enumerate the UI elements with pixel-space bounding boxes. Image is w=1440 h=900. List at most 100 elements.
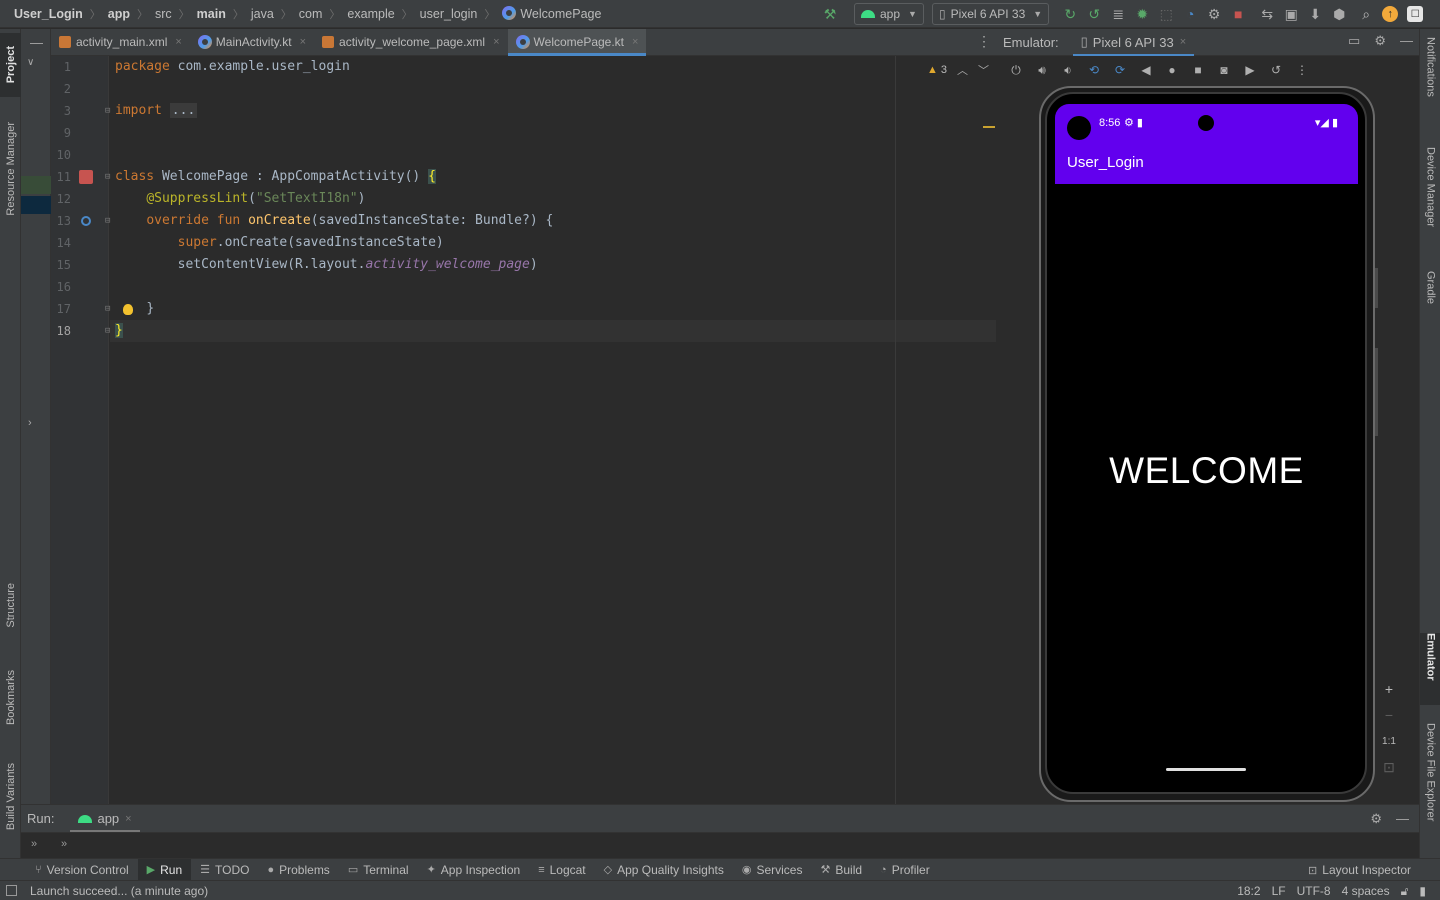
caret-position[interactable]: 18:2 <box>1237 884 1260 899</box>
tab-activity-welcome-page-xml[interactable]: activity_welcome_page.xml × <box>314 29 508 55</box>
breadcrumb-src[interactable]: src <box>153 7 174 21</box>
debug-icon[interactable]: ✹ <box>1131 3 1153 25</box>
breadcrumb-example[interactable]: example <box>345 7 396 21</box>
sdk-manager-icon[interactable]: ⬇ <box>1304 3 1326 25</box>
rerun-icon[interactable]: ↻ <box>1059 3 1081 25</box>
breadcrumb-module[interactable]: app <box>106 7 132 21</box>
tool-tab-build-variants[interactable]: Build Variants <box>0 751 21 843</box>
zoom-fit-icon[interactable]: ⊡ <box>1383 754 1395 780</box>
fold-marker-icon[interactable]: ⊟ <box>105 172 110 182</box>
tool-layout-inspector[interactable]: ⊡ Layout Inspector <box>1299 859 1420 881</box>
inspection-widget[interactable]: ▲ 3 ︿ ﹀ <box>927 62 989 78</box>
overview-icon[interactable]: ■ <box>1186 59 1210 81</box>
rotate-right-icon[interactable]: ⟳ <box>1108 59 1132 81</box>
screenshot-icon[interactable]: ◙ <box>1212 59 1236 81</box>
update-icon[interactable]: ↑ <box>1382 6 1399 22</box>
lock-icon[interactable]: 🔓︎ <box>1401 884 1409 899</box>
settings-gear-icon[interactable]: ⚙ <box>1374 33 1386 49</box>
tool-tab-emulator[interactable]: Emulator <box>1420 633 1440 705</box>
tool-tab-resource-manager[interactable]: Resource Manager <box>0 107 21 231</box>
tool-logcat[interactable]: ≡ Logcat <box>529 859 594 881</box>
gesture-nav-bar[interactable] <box>1166 768 1246 771</box>
close-icon[interactable]: × <box>125 813 131 825</box>
expand-toolbar-icon[interactable]: » <box>61 838 67 850</box>
chevron-down-icon[interactable]: ﹀ <box>978 62 989 78</box>
status-message[interactable]: Launch succeed... (a minute ago) <box>30 884 208 898</box>
phone-side-button[interactable] <box>1375 268 1378 308</box>
minimize-icon[interactable]: — <box>30 35 43 50</box>
window-layout-icon[interactable]: ▭ <box>1348 33 1360 49</box>
tab-welcomepage-kt[interactable]: WelcomePage.kt × <box>507 29 647 56</box>
fold-marker-icon[interactable]: ⊟ <box>105 304 110 314</box>
minimize-icon[interactable]: — <box>1400 33 1413 49</box>
profiler-icon[interactable]: ◔ <box>1179 3 1201 25</box>
tool-tab-gradle[interactable]: Gradle <box>1420 271 1440 327</box>
breadcrumb-user-login[interactable]: user_login <box>418 7 480 21</box>
apply-changes-icon[interactable]: ↺ <box>1083 3 1105 25</box>
scrollbar-warning-marker[interactable] <box>983 126 995 128</box>
breadcrumb-project[interactable]: User_Login <box>12 7 85 21</box>
coverage-icon[interactable]: ⚙ <box>1203 3 1225 25</box>
memory-indicator-icon[interactable]: ▮ <box>1419 884 1426 899</box>
tool-terminal[interactable]: ▭ Terminal <box>339 859 418 881</box>
tool-tab-bookmarks[interactable]: Bookmarks <box>0 657 21 739</box>
emulator-device-tab[interactable]: ▯ Pixel 6 API 33 × <box>1072 29 1195 57</box>
tool-app-quality-insights[interactable]: ◇ App Quality Insights <box>595 859 733 881</box>
breadcrumb-file[interactable]: WelcomePage <box>500 6 603 21</box>
breadcrumb-java[interactable]: java <box>249 7 276 21</box>
tool-tab-notifications[interactable]: Notifications <box>1420 37 1440 137</box>
indent-setting[interactable]: 4 spaces <box>1342 884 1390 899</box>
tool-version-control[interactable]: ⑂ Version Control <box>26 859 138 881</box>
build-hammer-icon[interactable]: ⚒ <box>819 3 841 25</box>
intention-bulb-icon[interactable] <box>123 304 133 315</box>
tab-activity-main-xml[interactable]: activity_main.xml × <box>51 29 190 55</box>
project-structure-icon[interactable]: ⬢ <box>1328 3 1350 25</box>
zoom-actual-size-button[interactable]: 1:1 <box>1382 728 1396 754</box>
logcat-icon[interactable]: ≣ <box>1107 3 1129 25</box>
run-tab-app[interactable]: app × <box>70 805 140 833</box>
tool-tab-structure[interactable]: Structure <box>0 569 21 641</box>
home-icon[interactable]: ● <box>1160 59 1184 81</box>
search-icon[interactable]: ⌕ <box>1355 3 1377 25</box>
chevron-down-icon[interactable]: ∨ <box>27 57 34 68</box>
run-console[interactable]: » » <box>21 832 1419 858</box>
tab-mainactivity-kt[interactable]: MainActivity.kt × <box>190 29 314 55</box>
settings-gear-icon[interactable]: ⚙ <box>1370 811 1382 827</box>
power-icon[interactable]: ⏻ <box>1004 59 1028 81</box>
zoom-in-button[interactable]: + <box>1385 676 1393 702</box>
file-encoding[interactable]: UTF-8 <box>1297 884 1331 899</box>
close-icon[interactable]: × <box>300 36 306 48</box>
run-config-selector[interactable]: app ▼ <box>854 3 924 25</box>
more-tabs-icon[interactable]: ⋮ <box>977 33 991 50</box>
sync-gradle-icon[interactable]: ⇆ <box>1256 3 1278 25</box>
volume-up-icon[interactable]: 🔊︎ <box>1030 59 1054 81</box>
fold-marker-icon[interactable]: ⊟ <box>105 216 110 226</box>
tool-profiler[interactable]: ◔ Profiler <box>871 859 939 881</box>
tool-todo[interactable]: ☰ TODO <box>191 859 258 881</box>
line-separator[interactable]: LF <box>1272 884 1286 899</box>
snapshot-icon[interactable]: ↺ <box>1264 59 1288 81</box>
tool-run[interactable]: ▶ Run <box>137 858 192 881</box>
code-editor[interactable]: 1 2 3 9 10 11 12 13 14 15 16 17 18 ⊟ ⊟ ⊟… <box>51 56 997 804</box>
toggle-tool-windows-icon[interactable] <box>6 885 17 896</box>
override-gutter-icon[interactable] <box>81 216 91 226</box>
tool-tab-project[interactable]: Project <box>0 33 21 97</box>
close-icon[interactable]: × <box>632 36 638 48</box>
tool-build[interactable]: ⚒ Build <box>811 859 871 881</box>
rotate-left-icon[interactable]: ⟲ <box>1082 59 1106 81</box>
attach-debugger-icon[interactable]: ⬚ <box>1155 3 1177 25</box>
back-icon[interactable]: ◀ <box>1134 59 1158 81</box>
tool-app-inspection[interactable]: ✦ App Inspection <box>418 859 530 881</box>
close-icon[interactable]: × <box>493 36 499 48</box>
phone-side-button[interactable] <box>1375 348 1378 436</box>
account-icon[interactable]: ☐ <box>1407 6 1424 22</box>
close-icon[interactable]: × <box>175 36 181 48</box>
tool-tab-device-manager[interactable]: Device Manager <box>1420 147 1440 257</box>
volume-down-icon[interactable]: 🔉︎ <box>1056 59 1080 81</box>
close-icon[interactable]: × <box>1180 36 1186 48</box>
minimize-icon[interactable]: — <box>1396 811 1409 827</box>
expand-toolbar-icon[interactable]: » <box>31 838 37 850</box>
activity-gutter-icon[interactable] <box>79 170 93 184</box>
fold-marker-icon[interactable]: ⊟ <box>105 106 110 116</box>
tool-services[interactable]: ◉ Services <box>733 859 812 881</box>
